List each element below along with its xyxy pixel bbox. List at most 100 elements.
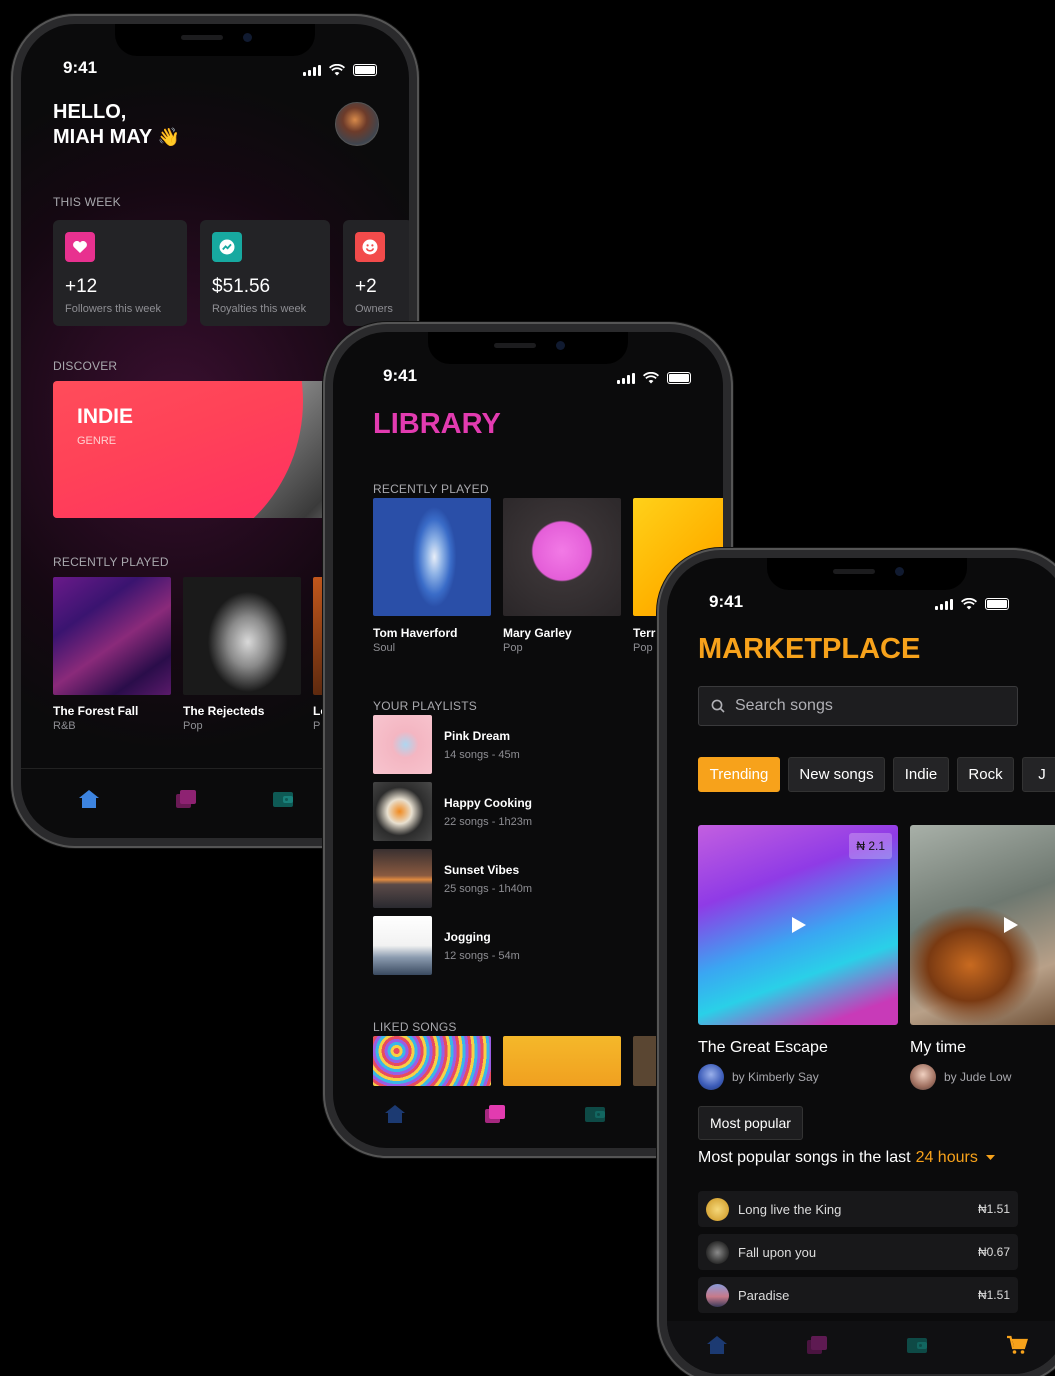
- phone-marketplace: 9:41 MARKETPLACE Search songs Trending N…: [657, 548, 1055, 1376]
- status-icons: [303, 64, 377, 76]
- bottom-nav: [345, 1096, 645, 1126]
- popular-heading[interactable]: Most popular songs in the last 24 hours: [698, 1149, 995, 1167]
- song-title: Fall upon you: [738, 1244, 817, 1260]
- trend-icon: [212, 232, 242, 262]
- wallet-icon[interactable]: [906, 1335, 928, 1355]
- heart-icon: [65, 232, 95, 262]
- discover-subtitle: GENRE: [77, 435, 117, 447]
- notch: [767, 558, 967, 590]
- cart-icon[interactable]: [1006, 1335, 1028, 1355]
- recent-genre: Pop: [503, 642, 523, 654]
- chip-indie[interactable]: Indie: [893, 757, 949, 792]
- wifi-icon: [961, 598, 977, 610]
- playlist-title: Happy Cooking: [444, 795, 533, 810]
- playlist-cover: [373, 916, 432, 975]
- play-icon[interactable]: [791, 916, 807, 934]
- price-badge-value: ₦ 2.1: [856, 839, 885, 853]
- discover-label: DISCOVER: [53, 359, 118, 373]
- song-row[interactable]: Fall upon you ₦0.67: [698, 1234, 1018, 1270]
- status-time: 9:41: [383, 366, 418, 385]
- playlists-label: YOUR PLAYLISTS: [373, 699, 477, 713]
- playlist-item[interactable]: Happy Cooking 22 songs - 1h23m: [373, 782, 532, 841]
- greeting: HELLO, MIAH MAY 👋: [53, 100, 180, 150]
- search-icon: [711, 699, 725, 713]
- stat-label: Royalties this week: [212, 303, 307, 315]
- chip-trending[interactable]: Trending: [698, 757, 780, 792]
- greeting-line1: HELLO,: [53, 101, 127, 123]
- library-icon[interactable]: [175, 789, 197, 809]
- recent-item[interactable]: The Forest Fall R&B: [53, 577, 171, 732]
- chip-label: Rock: [968, 766, 1003, 783]
- playlist-item[interactable]: Sunset Vibes 25 songs - 1h40m: [373, 849, 532, 908]
- page-title: MARKETPLACE: [698, 633, 921, 665]
- album-art: [183, 577, 301, 695]
- playlist-cover: [373, 849, 432, 908]
- most-popular-label: Most popular: [710, 1115, 791, 1131]
- play-icon[interactable]: [1003, 916, 1019, 934]
- wave-emoji: 👋: [157, 127, 180, 147]
- wifi-icon: [329, 64, 345, 76]
- playlist-item[interactable]: Pink Dream 14 songs - 45m: [373, 715, 520, 774]
- liked-song-art[interactable]: [503, 1036, 621, 1086]
- chip-more[interactable]: J: [1022, 757, 1055, 792]
- song-card[interactable]: My time by Jude Low: [910, 825, 1055, 1090]
- signal-icon: [617, 372, 635, 384]
- recent-title: Mary Garley: [503, 626, 572, 640]
- artist-avatar: [910, 1064, 936, 1090]
- signal-icon: [303, 64, 321, 76]
- page-title: LIBRARY: [373, 408, 501, 440]
- chip-label: J: [1038, 766, 1046, 783]
- album-art: [373, 498, 491, 616]
- search-field[interactable]: Search songs: [698, 686, 1018, 726]
- stat-value: $51.56: [212, 276, 271, 297]
- stat-card-royalties[interactable]: $51.56 Royalties this week: [200, 220, 330, 326]
- wallet-icon[interactable]: [272, 789, 294, 809]
- song-price: ₦1.51: [977, 1288, 1010, 1302]
- song-card[interactable]: ₦ 2.1 The Great Escape by Kimberly Say: [698, 825, 898, 1090]
- status-time: 9:41: [63, 58, 98, 77]
- song-card-title: The Great Escape: [698, 1039, 828, 1056]
- stat-card-followers[interactable]: +12 Followers this week: [53, 220, 187, 326]
- playlist-meta: 14 songs - 45m: [444, 748, 520, 761]
- chip-label: Indie: [904, 766, 938, 783]
- wifi-icon: [643, 372, 659, 384]
- smile-icon: [355, 232, 385, 262]
- avatar[interactable]: [335, 102, 379, 146]
- most-popular-button[interactable]: Most popular: [698, 1106, 803, 1140]
- song-card-art: ₦ 2.1: [698, 825, 898, 1025]
- chip-new-songs[interactable]: New songs: [788, 757, 885, 792]
- playlist-title: Jogging: [444, 929, 491, 944]
- stat-value: +2: [355, 276, 377, 297]
- stat-card-owners[interactable]: +2 Owners: [343, 220, 409, 326]
- recent-item[interactable]: The Rejecteds Pop: [183, 577, 301, 732]
- stat-value: +12: [65, 276, 98, 297]
- playlist-meta: 25 songs - 1h40m: [444, 882, 533, 895]
- caret-down-icon: [985, 1155, 995, 1160]
- library-icon[interactable]: [806, 1335, 828, 1355]
- liked-song-art[interactable]: [373, 1036, 491, 1086]
- bottom-nav: [41, 789, 331, 809]
- song-title: Long live the King: [738, 1201, 842, 1217]
- song-row[interactable]: Paradise ₦1.51: [698, 1277, 1018, 1313]
- song-row[interactable]: Long live the King ₦1.51: [698, 1191, 1018, 1227]
- recent-item[interactable]: Tom Haverford Soul: [373, 498, 491, 654]
- song-avatar: [706, 1283, 729, 1307]
- playlist-cover: [373, 782, 432, 841]
- wallet-icon[interactable]: [584, 1104, 606, 1124]
- playlist-item[interactable]: Jogging 12 songs - 54m: [373, 916, 520, 975]
- chip-rock[interactable]: Rock: [957, 757, 1014, 792]
- home-icon[interactable]: [706, 1335, 728, 1355]
- recent-title: Tom Haverford: [373, 626, 458, 640]
- album-art: [503, 498, 621, 616]
- marketplace-screen: 9:41 MARKETPLACE Search songs Trending N…: [667, 558, 1055, 1374]
- artist-avatar: [698, 1064, 724, 1090]
- recent-title: The Forest Fall: [53, 704, 139, 718]
- home-icon[interactable]: [78, 789, 100, 809]
- recent-item[interactable]: Mary Garley Pop: [503, 498, 621, 654]
- recently-played-label: RECENTLY PLAYED: [373, 482, 489, 496]
- liked-songs-label: LIKED SONGS: [373, 1020, 457, 1034]
- status-icons: [935, 598, 1009, 610]
- home-icon[interactable]: [384, 1104, 406, 1124]
- playlist-title: Pink Dream: [444, 728, 511, 743]
- library-icon[interactable]: [484, 1104, 506, 1124]
